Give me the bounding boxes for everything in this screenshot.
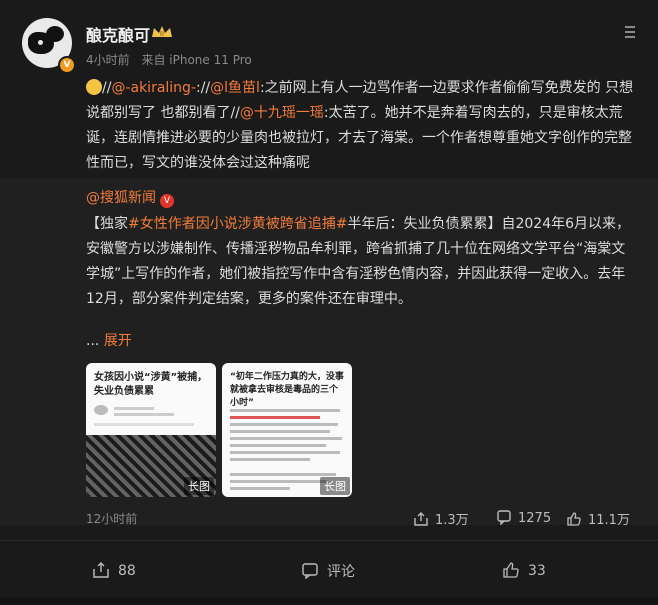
repost-bracket: 【独家 [86, 216, 128, 232]
comment-icon [302, 563, 318, 580]
repost-panel[interactable]: @搜狐新闻 V 【独家#女性作者因小说涉黄被跨省追捕#半年后：失业负债累累】自20… [0, 179, 658, 525]
post-source: 来自 iPhone 11 Pro [141, 53, 252, 67]
thumbnail-image[interactable]: 女孩因小说“涉黄”被捕，失业负债累累 长图 [86, 363, 216, 497]
post-seg: // [200, 80, 211, 96]
mention-link[interactable]: @-akiraling- [111, 80, 196, 96]
weibo-card: V 酿克酿可 II 4小时前 来自 iPhone 11 Pro //@-akir… [0, 0, 658, 605]
post-time: 4小时前 [86, 53, 130, 67]
repost-like-stat[interactable]: 11.1万 [566, 509, 630, 528]
repost-text: 【独家#女性作者因小说涉黄被跨省追捕#半年后：失业负债累累】自2024年6月以来… [86, 212, 634, 312]
thumbnail-title: 女孩因小说“涉黄”被捕，失业负债累累 [94, 372, 208, 397]
like-button-count: 33 [528, 563, 546, 579]
expand-link[interactable]: ... 展开 [86, 330, 132, 350]
thumbnail-title: “初年二作压力真的大，没事就被拿去审核是毒品的三个小时” [230, 372, 344, 408]
comment-button-label: 评论 [327, 564, 355, 580]
repost-count: 1.3万 [435, 513, 469, 528]
repost-button-count: 88 [118, 563, 136, 579]
comment-count: 1275 [518, 511, 552, 526]
thumbs-up-icon [503, 562, 519, 578]
long-image-tag: 长图 [184, 477, 214, 495]
level-badge-text: II [160, 30, 164, 38]
comment-button[interactable]: 评论 [301, 561, 355, 581]
repost-button[interactable]: 88 [92, 561, 136, 579]
post-meta: 4小时前 来自 iPhone 11 Pro [86, 51, 260, 68]
ellipsis: ... [86, 333, 100, 349]
repost-verified-icon: V [160, 194, 174, 208]
thumbnail-image[interactable]: “初年二作压力真的大，没事就被拿去审核是毒品的三个小时” 长图 [222, 363, 352, 497]
share-icon [414, 512, 428, 526]
verified-badge: V [58, 56, 76, 74]
repost-source-name: @搜狐新闻 [86, 190, 156, 206]
repost-source[interactable]: @搜狐新闻 V [86, 187, 174, 208]
mention-link[interactable]: @l鱼苗l [210, 80, 260, 96]
repost-comment-stat[interactable]: 1275 [496, 509, 551, 526]
face-emoji-icon [86, 79, 102, 95]
thumbs-up-icon [567, 512, 581, 526]
comment-icon [497, 510, 511, 525]
mention-link[interactable]: @十九瑶一瑶 [240, 105, 324, 121]
repost-time: 12小时前 [86, 512, 138, 526]
like-button[interactable]: 33 [502, 561, 546, 579]
long-image-tag: 长图 [320, 477, 350, 495]
level-crown-icon: II [152, 26, 172, 38]
share-icon [93, 562, 109, 578]
more-options-icon[interactable] [620, 26, 640, 40]
author-name[interactable]: 酿克酿可 [86, 22, 150, 46]
divider [0, 598, 658, 604]
expand-label: 展开 [103, 333, 132, 349]
repost-share-stat[interactable]: 1.3万 [413, 509, 469, 528]
post-text: //@-akiraling-://@l鱼苗l:之前网上有人一边骂作者一边要求作者… [86, 76, 634, 176]
like-count: 11.1万 [588, 513, 630, 528]
hashtag-link[interactable]: #女性作者因小说涉黄被跨省追捕# [128, 216, 347, 232]
action-bar: 88 评论 33 [0, 540, 658, 605]
